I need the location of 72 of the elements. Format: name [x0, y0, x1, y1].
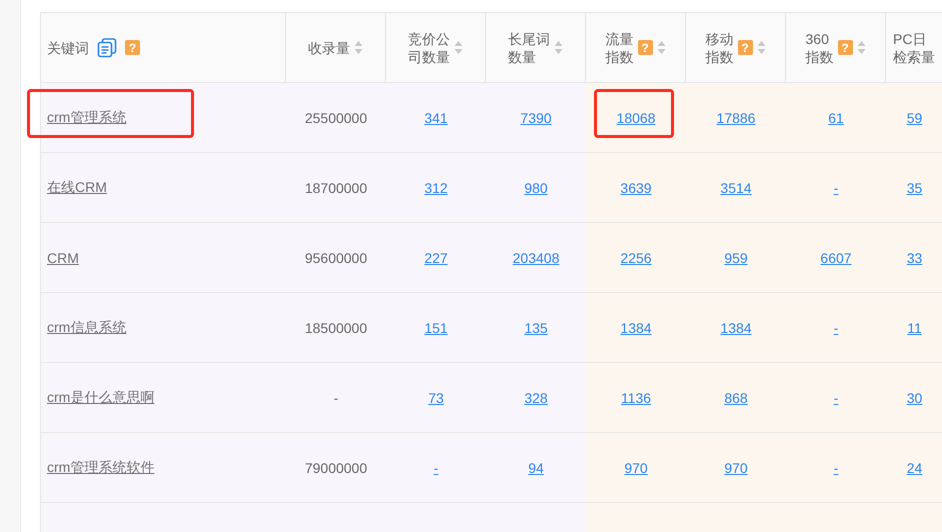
keyword-link[interactable]: CRM: [47, 250, 79, 266]
value-link[interactable]: 1384: [720, 320, 752, 336]
value-link[interactable]: 341: [424, 110, 448, 126]
header-label: 360 指数: [806, 30, 834, 66]
keyword-link[interactable]: crm信息系统: [47, 318, 126, 336]
sort-icon[interactable]: [856, 40, 866, 55]
count-text: 25500000: [304, 110, 368, 126]
sort-icon[interactable]: [554, 40, 563, 55]
keyword-link[interactable]: crm管理系统软件: [47, 458, 154, 476]
keyword-link[interactable]: crm管理系统: [47, 108, 126, 126]
help-icon[interactable]: ?: [838, 40, 852, 55]
copy-icon[interactable]: [97, 38, 117, 58]
value-link[interactable]: 7390: [520, 110, 552, 126]
count-text: 79000000: [304, 460, 368, 476]
value-link[interactable]: 1136: [620, 390, 652, 406]
count-text: 18700000: [304, 180, 368, 196]
value-link[interactable]: 3639: [620, 180, 652, 196]
value-link[interactable]: 94: [528, 460, 544, 476]
value-link[interactable]: 227: [424, 250, 448, 266]
keyword-link[interactable]: 在线CRM: [47, 178, 107, 196]
value-link[interactable]: 151: [424, 320, 448, 336]
value-link[interactable]: 18068: [616, 110, 656, 126]
value-link[interactable]: 35: [906, 180, 922, 196]
value-link[interactable]: 6607: [820, 250, 852, 266]
sort-icon[interactable]: [756, 40, 766, 55]
sort-icon[interactable]: [656, 40, 666, 55]
value-link[interactable]: -: [834, 180, 838, 196]
count-text: 95600000: [304, 250, 368, 266]
help-icon[interactable]: ?: [125, 40, 140, 55]
value-link[interactable]: 17886: [716, 110, 756, 126]
count-text: 18500000: [304, 320, 368, 336]
header-label: 移动 指数: [706, 30, 734, 66]
value-link[interactable]: 959: [724, 250, 748, 266]
keyword-link[interactable]: crm是什么意思啊: [47, 388, 154, 406]
column-header[interactable]: 关键词 ?: [41, 13, 286, 83]
value-link[interactable]: 59: [906, 110, 922, 126]
value-link[interactable]: 33: [906, 250, 922, 266]
header-label: 竞价公 司数量: [408, 30, 450, 66]
value-link[interactable]: 868: [724, 390, 748, 406]
value-link[interactable]: -: [834, 320, 838, 336]
header-label: 收录量: [308, 38, 350, 56]
value-link[interactable]: 980: [524, 180, 548, 196]
value-link[interactable]: -: [834, 460, 838, 476]
help-icon[interactable]: ?: [738, 40, 752, 55]
value-link[interactable]: 73: [428, 390, 444, 406]
help-icon[interactable]: ?: [638, 40, 652, 55]
value-link[interactable]: 30: [906, 390, 922, 406]
value-link[interactable]: 970: [724, 460, 748, 476]
value-link[interactable]: 312: [424, 180, 448, 196]
value-link[interactable]: 2256: [620, 250, 652, 266]
value-link[interactable]: 135: [524, 320, 548, 336]
value-link[interactable]: 11: [907, 320, 922, 336]
column-header[interactable]: 长尾词 数量: [486, 13, 586, 83]
sort-icon[interactable]: [354, 40, 363, 55]
column-header[interactable]: 收录量: [286, 13, 386, 83]
value-link[interactable]: 203408: [512, 250, 560, 266]
value-link[interactable]: -: [834, 390, 838, 406]
column-header[interactable]: PC日 检索量: [886, 13, 942, 83]
value-link[interactable]: 328: [524, 390, 548, 406]
sort-icon[interactable]: [454, 40, 463, 55]
value-link[interactable]: 3514: [720, 180, 752, 196]
value-link[interactable]: 24: [906, 460, 922, 476]
count-text: -: [334, 390, 338, 406]
value-link[interactable]: 970: [624, 460, 648, 476]
header-label: 长尾词 数量: [508, 30, 550, 66]
header-label: 流量 指数: [606, 30, 634, 66]
value-link[interactable]: -: [434, 460, 438, 476]
column-header[interactable]: 竞价公 司数量: [386, 13, 486, 83]
value-link[interactable]: 1384: [620, 320, 652, 336]
value-link[interactable]: 61: [828, 110, 844, 126]
header-label: 关键词: [47, 38, 89, 56]
header-label: PC日 检索量: [893, 30, 935, 66]
